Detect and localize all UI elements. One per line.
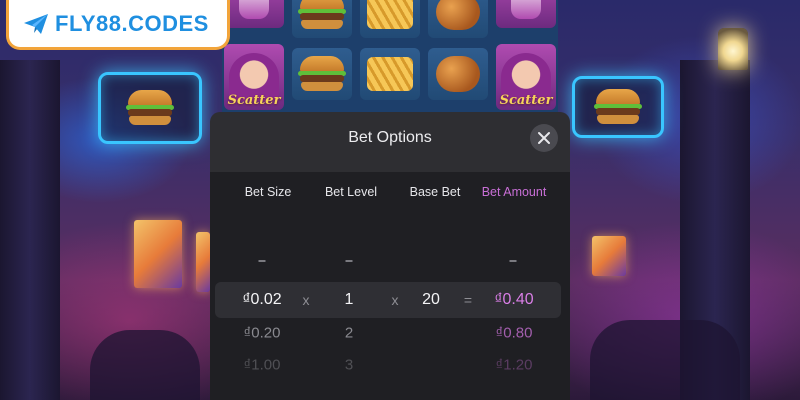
scatter-label: Scatter: [499, 93, 553, 108]
empty-row-placeholder: [345, 260, 353, 262]
bet-amount-value[interactable]: ₫0.40: [494, 291, 533, 309]
multiply-operator: x: [391, 292, 399, 308]
background-burger-sign-left: [98, 72, 202, 144]
chicken-symbol: [428, 0, 488, 38]
background-menu-screen: [196, 232, 210, 292]
background-burger-sign-right: [572, 76, 664, 138]
close-icon: [538, 132, 550, 144]
burger-symbol: [292, 48, 352, 100]
bet-size-option[interactable]: ₫0.20: [244, 325, 281, 342]
background-menu-screen: [134, 220, 182, 288]
base-bet-value: 20: [422, 291, 440, 308]
game-screen: Scatter Scatter FLY88.CODES Bet Options …: [0, 0, 800, 400]
bet-level-option[interactable]: 2: [345, 325, 353, 342]
close-button[interactable]: [530, 124, 558, 152]
background-pillar-left: [0, 60, 60, 400]
fries-symbol: [360, 48, 420, 100]
bet-amount-option[interactable]: ₫1.20: [496, 357, 533, 374]
background-crowd: [590, 320, 740, 400]
bet-amount-option[interactable]: ₫0.80: [496, 325, 533, 342]
empty-row-placeholder: [258, 260, 266, 262]
bet-size-value[interactable]: ₫0.02: [242, 291, 281, 309]
drink-symbol: [496, 0, 556, 28]
column-header-bet-size: Bet Size: [244, 185, 292, 199]
scatter-symbol: Scatter: [224, 44, 284, 110]
burger-icon: [594, 89, 642, 125]
bet-options-table: Bet Size Bet Level Base Bet Bet Amount ₫…: [210, 172, 570, 400]
background-crowd: [90, 330, 200, 400]
chicken-symbol: [428, 48, 488, 100]
scatter-label: Scatter: [227, 93, 281, 108]
multiply-operator: x: [302, 292, 310, 308]
background-lamp: [718, 28, 748, 70]
burger-symbol: [292, 0, 352, 38]
logo-text: FLY88.CODES: [55, 10, 209, 36]
site-logo[interactable]: FLY88.CODES: [6, 0, 230, 50]
column-header-base-bet: Base Bet: [409, 185, 461, 199]
bet-level-value[interactable]: 1: [345, 291, 354, 309]
empty-row-placeholder: [509, 260, 517, 262]
background-menu-screen: [592, 236, 626, 276]
fries-symbol: [360, 0, 420, 38]
bet-options-modal: Bet Options Bet Size Bet Level Base Bet …: [210, 112, 570, 400]
modal-title: Bet Options: [348, 129, 432, 146]
column-header-bet-amount: Bet Amount: [481, 185, 547, 199]
equals-operator: =: [463, 292, 473, 308]
bet-level-option[interactable]: 3: [345, 357, 353, 374]
column-header-bet-level: Bet Level: [324, 185, 378, 199]
scatter-symbol: Scatter: [496, 44, 556, 110]
burger-icon: [126, 90, 174, 126]
bet-size-option[interactable]: ₫1.00: [244, 357, 281, 374]
drink-symbol: [224, 0, 284, 28]
paper-plane-icon: [24, 13, 48, 34]
slot-reels: Scatter Scatter: [222, 0, 558, 130]
